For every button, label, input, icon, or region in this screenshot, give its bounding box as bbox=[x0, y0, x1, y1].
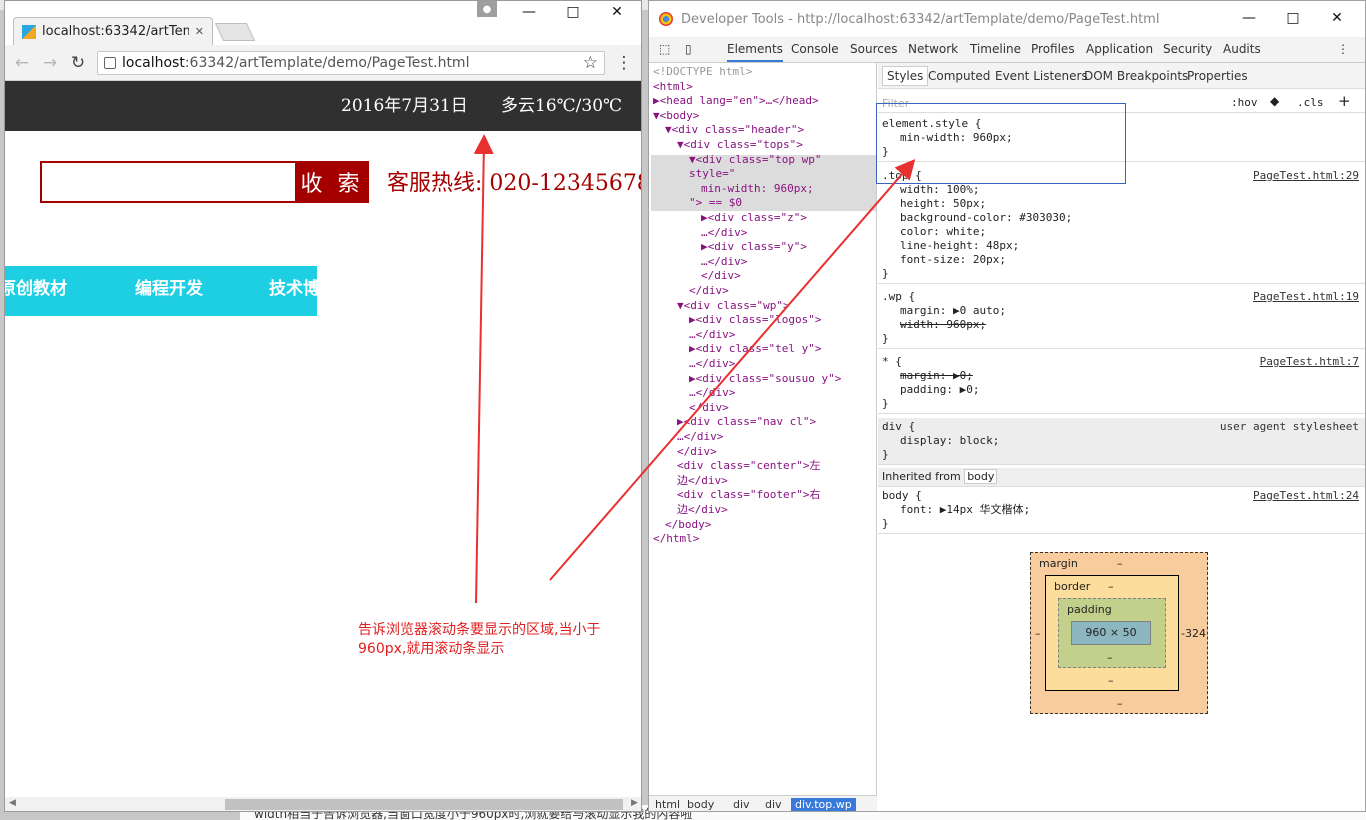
arrow-to-style bbox=[549, 158, 916, 581]
annotation-line: 告诉浏览器滚动条要显示的区域,当小于 bbox=[358, 622, 601, 638]
annotation-text: 告诉浏览器滚动条要显示的区域,当小于 960px,就用滚动条显示 bbox=[358, 621, 658, 659]
annotation-arrows bbox=[473, 134, 916, 604]
arrow-to-page bbox=[473, 134, 494, 604]
annotation-line: 960px,就用滚动条显示 bbox=[358, 641, 505, 657]
